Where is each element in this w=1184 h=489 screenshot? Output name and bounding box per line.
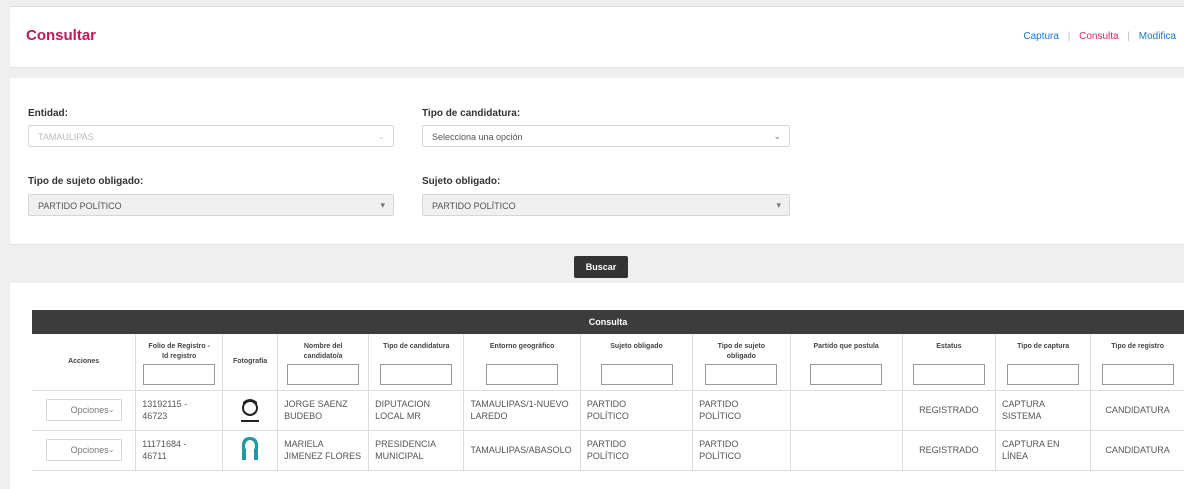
cell-tipo-candidatura: DIPUTACION LOCAL MR [368,390,465,431]
search-button[interactable]: Buscar [574,256,628,278]
cell-nombre: MARIELA JIMENEZ FLORES [277,430,370,471]
filter-input-tipo-registro[interactable] [1101,363,1174,385]
header-card: Consultar Captura | Consulta | Modifica [10,6,1184,68]
col-header-tipo-sujeto: Tipo de sujeto obligado [692,334,791,391]
cell-partido [790,430,903,471]
filter-input-partido[interactable] [810,363,883,385]
cell-tipo-sujeto: PARTIDO POLÍTICO [692,430,791,471]
top-nav: Captura | Consulta | Modifica [1023,31,1176,42]
filter-input-tipo-sujeto[interactable] [705,363,778,385]
cell-acciones: Opciones ⌄ [32,390,137,431]
results-table: Consulta Acciones Folio de Registro - Id … [32,310,1184,471]
sujeto-label: Sujeto obligado: [422,176,501,187]
tipo-candidatura-label: Tipo de candidatura: [422,108,521,119]
col-header-nombre: Nombre del candidato/a [277,334,370,391]
cell-estatus: REGISTRADO [902,430,996,471]
opciones-select[interactable]: Opciones ⌄ [45,399,122,421]
cell-partido [790,390,903,431]
cell-folio: 11171684 -46711 [135,430,224,471]
filter-input-estatus[interactable] [912,363,985,385]
chevron-down-icon: ⌄ [377,131,385,141]
sujeto-value: PARTIDO POLÍTICO [432,201,516,211]
cell-tipo-registro: CANDIDATURA [1090,390,1184,431]
opciones-select[interactable]: Opciones ⌄ [45,439,122,461]
filter-input-tipo-candidatura[interactable] [380,363,453,385]
cell-fotografia [222,430,279,471]
tipo-sujeto-value: PARTIDO POLÍTICO [38,201,122,211]
nav-separator: | [1067,31,1071,42]
filter-input-nombre[interactable] [287,363,360,385]
caret-down-icon: ▾ [380,200,385,210]
chevron-down-icon: ⌄ [107,445,115,454]
filter-form: Entidad: TAMAULIPAS ⌄ Tipo de candidatur… [10,78,1184,245]
nav-separator: | [1127,31,1130,42]
tipo-candidatura-placeholder: Selecciona una opción [432,132,523,142]
entidad-value: TAMAULIPAS [38,132,94,142]
col-header-partido: Partido que postula [790,334,903,391]
chevron-down-icon: ⌄ [773,131,781,141]
table-row: Opciones ⌄ 13192115 -46723 JORGE SAENZ BUD… [32,390,1184,431]
male-avatar-icon [239,396,261,425]
cell-tipo-sujeto: PARTIDO POLÍTICO [692,390,791,431]
cell-sujeto: PARTIDO POLÍTICO [580,430,694,471]
sujeto-select[interactable]: PARTIDO POLÍTICO ▾ [422,194,790,216]
table-header-row: Acciones Folio de Registro - Id registro … [32,334,1184,391]
cell-tipo-captura: CAPTURA EN LÍNEA [995,430,1092,471]
nav-link-modifica[interactable]: Modifica [1139,31,1176,42]
nav-link-consulta[interactable]: Consulta [1079,31,1118,42]
page-title: Consultar [26,27,97,44]
col-header-tipo-registro: Tipo de registro [1090,334,1184,391]
col-header-folio: Folio de Registro - Id registro [135,334,224,391]
tipo-candidatura-select[interactable]: Selecciona una opción ⌄ [422,125,790,147]
filter-input-folio[interactable] [143,363,216,385]
filter-input-sujeto[interactable] [600,363,673,385]
cell-sujeto: PARTIDO POLÍTICO [580,390,694,431]
results-card: Consulta Acciones Folio de Registro - Id … [10,283,1184,489]
filter-input-entorno[interactable] [486,363,559,385]
cell-fotografia [222,390,279,431]
col-header-tipo-candidatura: Tipo de candidatura [368,334,465,391]
col-header-fotografia: Fotografía [222,334,279,391]
female-avatar-icon [239,436,261,465]
nav-link-captura[interactable]: Captura [1023,31,1059,42]
cell-nombre: JORGE SAENZ BUDEBO [277,390,370,431]
cell-estatus: REGISTRADO [902,390,996,431]
cell-acciones: Opciones ⌄ [32,430,137,471]
cell-tipo-candidatura: PRESIDENCIA MUNICIPAL [368,430,465,471]
cell-folio: 13192115 -46723 [135,390,224,431]
col-header-tipo-captura: Tipo de captura [995,334,1092,391]
tipo-sujeto-label: Tipo de sujeto obligado: [28,176,144,187]
cell-tipo-captura: CAPTURA SISTEMA [995,390,1092,431]
col-header-entorno: Entorno geográfico [463,334,581,391]
filter-input-tipo-captura[interactable] [1007,363,1080,385]
chevron-down-icon: ⌄ [107,405,115,414]
tipo-sujeto-select[interactable]: PARTIDO POLÍTICO ▾ [28,194,394,216]
table-title: Consulta [32,310,1184,334]
col-header-sujeto: Sujeto obligado [580,334,694,391]
col-header-estatus: Estatus [902,334,996,391]
cell-entorno: TAMAULIPAS/1-NUEVO LAREDO [463,390,581,431]
entidad-label: Entidad: [28,108,68,119]
caret-down-icon: ▾ [776,200,781,210]
table-row: Opciones ⌄ 11171684 -46711 MARIELA JIMENEZ… [32,430,1184,471]
cell-entorno: TAMAULIPAS/ABASOLO [463,430,581,471]
col-header-acciones: Acciones [32,334,137,391]
entidad-select[interactable]: TAMAULIPAS ⌄ [28,125,394,147]
cell-tipo-registro: CANDIDATURA [1090,430,1184,471]
